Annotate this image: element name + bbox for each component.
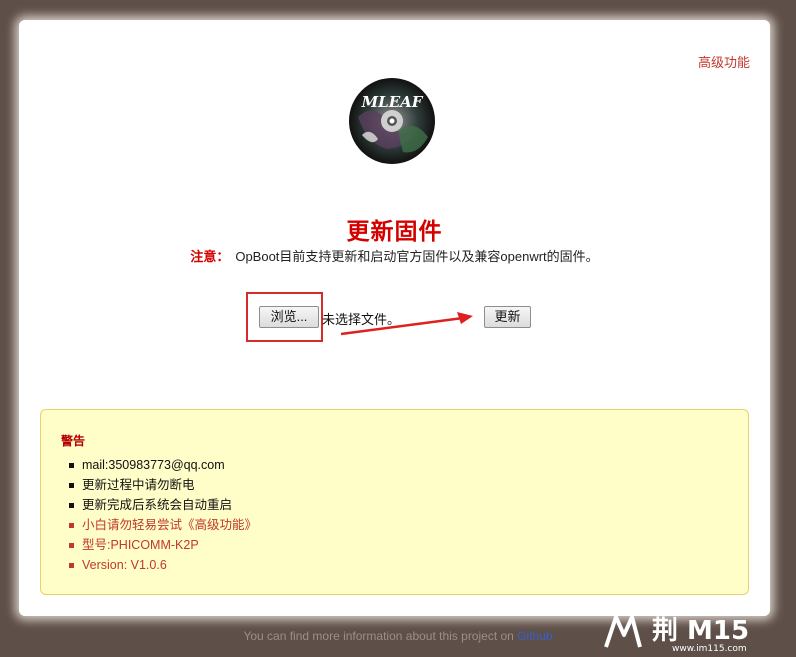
note-line: 注意： OpBoot目前支持更新和启动官方固件以及兼容openwrt的固件。: [19, 246, 770, 265]
warning-title: 警告: [61, 434, 86, 448]
list-item: 更新完成后系统会自动重启: [69, 496, 257, 516]
github-link[interactable]: Github: [517, 629, 552, 643]
watermark-brand: 荆 M15: [652, 616, 749, 646]
warning-box: 警告 mail:350983773@qq.com 更新过程中请勿断电 更新完成后…: [40, 409, 749, 595]
list-item: 更新过程中请勿断电: [69, 476, 257, 496]
red-arrow-icon: [340, 312, 473, 336]
list-item: 小白请勿轻易尝试《高级功能》: [69, 516, 257, 536]
note-label: 注意：: [190, 249, 230, 264]
logo-text: MLEAF: [361, 93, 424, 111]
update-button[interactable]: 更新: [484, 306, 531, 328]
watermark-logo: 荆 M15 www.im115.com: [604, 615, 749, 653]
watermark-url: www.im115.com: [672, 644, 747, 653]
main-panel: 高级功能 MLEAF 更新固件 注意： OpBoot目前支持更新和启动官方固件以及…: [19, 20, 770, 616]
mleaf-logo: MLEAF: [349, 78, 435, 164]
advanced-link[interactable]: 高级功能: [698, 52, 750, 71]
note-text: OpBoot目前支持更新和启动官方固件以及兼容openwrt的固件。: [235, 249, 599, 264]
page-title: 更新固件: [346, 218, 443, 244]
list-item: 型号:PHICOMM-K2P: [69, 536, 257, 556]
browse-button[interactable]: 浏览...: [259, 306, 319, 328]
list-item: mail:350983773@qq.com: [69, 456, 257, 476]
list-item: Version: V1.0.6: [69, 556, 257, 576]
footer-text: You can find more information about this…: [243, 629, 518, 643]
warning-list: mail:350983773@qq.com 更新过程中请勿断电 更新完成后系统会…: [69, 456, 257, 576]
